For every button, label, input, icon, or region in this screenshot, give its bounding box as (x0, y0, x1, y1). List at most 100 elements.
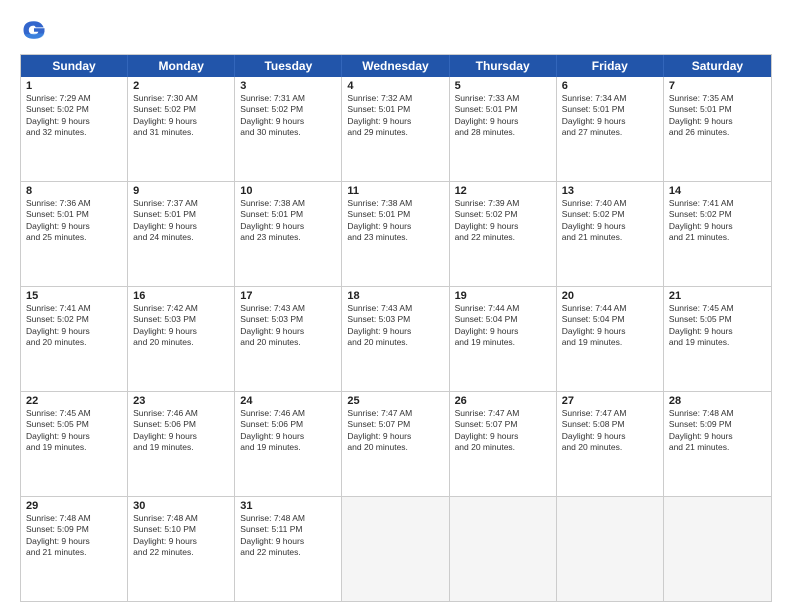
header-sunday: Sunday (21, 55, 128, 77)
header (20, 16, 772, 44)
calendar-row: 1Sunrise: 7:29 AM Sunset: 5:02 PM Daylig… (21, 77, 771, 181)
day-number: 12 (455, 185, 551, 197)
calendar-row: 22Sunrise: 7:45 AM Sunset: 5:05 PM Dayli… (21, 391, 771, 496)
day-number: 8 (26, 185, 122, 197)
cell-info: Sunrise: 7:38 AM Sunset: 5:01 PM Dayligh… (240, 198, 336, 244)
calendar-cell (450, 497, 557, 601)
calendar-cell: 15Sunrise: 7:41 AM Sunset: 5:02 PM Dayli… (21, 287, 128, 391)
cell-info: Sunrise: 7:48 AM Sunset: 5:11 PM Dayligh… (240, 513, 336, 559)
cell-info: Sunrise: 7:46 AM Sunset: 5:06 PM Dayligh… (133, 408, 229, 454)
calendar-cell: 8Sunrise: 7:36 AM Sunset: 5:01 PM Daylig… (21, 182, 128, 286)
cell-info: Sunrise: 7:44 AM Sunset: 5:04 PM Dayligh… (455, 303, 551, 349)
day-number: 31 (240, 500, 336, 512)
day-number: 29 (26, 500, 122, 512)
calendar-cell: 31Sunrise: 7:48 AM Sunset: 5:11 PM Dayli… (235, 497, 342, 601)
cell-info: Sunrise: 7:45 AM Sunset: 5:05 PM Dayligh… (669, 303, 766, 349)
cell-info: Sunrise: 7:38 AM Sunset: 5:01 PM Dayligh… (347, 198, 443, 244)
cell-info: Sunrise: 7:44 AM Sunset: 5:04 PM Dayligh… (562, 303, 658, 349)
logo-icon (20, 16, 48, 44)
day-number: 24 (240, 395, 336, 407)
calendar-cell: 6Sunrise: 7:34 AM Sunset: 5:01 PM Daylig… (557, 77, 664, 181)
calendar-cell: 4Sunrise: 7:32 AM Sunset: 5:01 PM Daylig… (342, 77, 449, 181)
cell-info: Sunrise: 7:48 AM Sunset: 5:10 PM Dayligh… (133, 513, 229, 559)
cell-info: Sunrise: 7:48 AM Sunset: 5:09 PM Dayligh… (669, 408, 766, 454)
cell-info: Sunrise: 7:35 AM Sunset: 5:01 PM Dayligh… (669, 93, 766, 139)
day-number: 13 (562, 185, 658, 197)
calendar-cell: 27Sunrise: 7:47 AM Sunset: 5:08 PM Dayli… (557, 392, 664, 496)
cell-info: Sunrise: 7:42 AM Sunset: 5:03 PM Dayligh… (133, 303, 229, 349)
day-number: 5 (455, 80, 551, 92)
cell-info: Sunrise: 7:37 AM Sunset: 5:01 PM Dayligh… (133, 198, 229, 244)
day-number: 1 (26, 80, 122, 92)
calendar-cell: 14Sunrise: 7:41 AM Sunset: 5:02 PM Dayli… (664, 182, 771, 286)
cell-info: Sunrise: 7:32 AM Sunset: 5:01 PM Dayligh… (347, 93, 443, 139)
day-number: 9 (133, 185, 229, 197)
calendar-cell: 22Sunrise: 7:45 AM Sunset: 5:05 PM Dayli… (21, 392, 128, 496)
day-number: 2 (133, 80, 229, 92)
day-number: 16 (133, 290, 229, 302)
day-number: 10 (240, 185, 336, 197)
cell-info: Sunrise: 7:47 AM Sunset: 5:07 PM Dayligh… (455, 408, 551, 454)
day-number: 21 (669, 290, 766, 302)
header-thursday: Thursday (450, 55, 557, 77)
cell-info: Sunrise: 7:41 AM Sunset: 5:02 PM Dayligh… (669, 198, 766, 244)
header-wednesday: Wednesday (342, 55, 449, 77)
calendar-cell: 18Sunrise: 7:43 AM Sunset: 5:03 PM Dayli… (342, 287, 449, 391)
calendar-row: 15Sunrise: 7:41 AM Sunset: 5:02 PM Dayli… (21, 286, 771, 391)
calendar: Sunday Monday Tuesday Wednesday Thursday… (20, 54, 772, 602)
cell-info: Sunrise: 7:47 AM Sunset: 5:07 PM Dayligh… (347, 408, 443, 454)
calendar-cell: 2Sunrise: 7:30 AM Sunset: 5:02 PM Daylig… (128, 77, 235, 181)
day-number: 23 (133, 395, 229, 407)
calendar-cell (557, 497, 664, 601)
day-number: 4 (347, 80, 443, 92)
calendar-cell (342, 497, 449, 601)
calendar-row: 8Sunrise: 7:36 AM Sunset: 5:01 PM Daylig… (21, 181, 771, 286)
cell-info: Sunrise: 7:45 AM Sunset: 5:05 PM Dayligh… (26, 408, 122, 454)
header-saturday: Saturday (664, 55, 771, 77)
day-number: 25 (347, 395, 443, 407)
calendar-cell: 7Sunrise: 7:35 AM Sunset: 5:01 PM Daylig… (664, 77, 771, 181)
day-number: 28 (669, 395, 766, 407)
day-number: 22 (26, 395, 122, 407)
cell-info: Sunrise: 7:39 AM Sunset: 5:02 PM Dayligh… (455, 198, 551, 244)
day-number: 26 (455, 395, 551, 407)
day-number: 20 (562, 290, 658, 302)
calendar-cell: 12Sunrise: 7:39 AM Sunset: 5:02 PM Dayli… (450, 182, 557, 286)
cell-info: Sunrise: 7:34 AM Sunset: 5:01 PM Dayligh… (562, 93, 658, 139)
day-number: 6 (562, 80, 658, 92)
day-number: 30 (133, 500, 229, 512)
calendar-cell: 21Sunrise: 7:45 AM Sunset: 5:05 PM Dayli… (664, 287, 771, 391)
day-number: 27 (562, 395, 658, 407)
calendar-cell: 30Sunrise: 7:48 AM Sunset: 5:10 PM Dayli… (128, 497, 235, 601)
cell-info: Sunrise: 7:36 AM Sunset: 5:01 PM Dayligh… (26, 198, 122, 244)
calendar-cell: 13Sunrise: 7:40 AM Sunset: 5:02 PM Dayli… (557, 182, 664, 286)
logo (20, 16, 52, 44)
calendar-cell: 24Sunrise: 7:46 AM Sunset: 5:06 PM Dayli… (235, 392, 342, 496)
calendar-header: Sunday Monday Tuesday Wednesday Thursday… (21, 55, 771, 77)
calendar-row: 29Sunrise: 7:48 AM Sunset: 5:09 PM Dayli… (21, 496, 771, 601)
day-number: 7 (669, 80, 766, 92)
calendar-body: 1Sunrise: 7:29 AM Sunset: 5:02 PM Daylig… (21, 77, 771, 601)
calendar-cell: 3Sunrise: 7:31 AM Sunset: 5:02 PM Daylig… (235, 77, 342, 181)
calendar-cell: 26Sunrise: 7:47 AM Sunset: 5:07 PM Dayli… (450, 392, 557, 496)
calendar-cell: 25Sunrise: 7:47 AM Sunset: 5:07 PM Dayli… (342, 392, 449, 496)
calendar-cell: 11Sunrise: 7:38 AM Sunset: 5:01 PM Dayli… (342, 182, 449, 286)
calendar-cell: 1Sunrise: 7:29 AM Sunset: 5:02 PM Daylig… (21, 77, 128, 181)
cell-info: Sunrise: 7:41 AM Sunset: 5:02 PM Dayligh… (26, 303, 122, 349)
day-number: 14 (669, 185, 766, 197)
page: Sunday Monday Tuesday Wednesday Thursday… (0, 0, 792, 612)
day-number: 17 (240, 290, 336, 302)
cell-info: Sunrise: 7:48 AM Sunset: 5:09 PM Dayligh… (26, 513, 122, 559)
calendar-cell: 20Sunrise: 7:44 AM Sunset: 5:04 PM Dayli… (557, 287, 664, 391)
calendar-cell (664, 497, 771, 601)
header-tuesday: Tuesday (235, 55, 342, 77)
day-number: 19 (455, 290, 551, 302)
calendar-cell: 19Sunrise: 7:44 AM Sunset: 5:04 PM Dayli… (450, 287, 557, 391)
calendar-cell: 9Sunrise: 7:37 AM Sunset: 5:01 PM Daylig… (128, 182, 235, 286)
cell-info: Sunrise: 7:33 AM Sunset: 5:01 PM Dayligh… (455, 93, 551, 139)
day-number: 18 (347, 290, 443, 302)
calendar-cell: 5Sunrise: 7:33 AM Sunset: 5:01 PM Daylig… (450, 77, 557, 181)
cell-info: Sunrise: 7:46 AM Sunset: 5:06 PM Dayligh… (240, 408, 336, 454)
header-friday: Friday (557, 55, 664, 77)
day-number: 3 (240, 80, 336, 92)
